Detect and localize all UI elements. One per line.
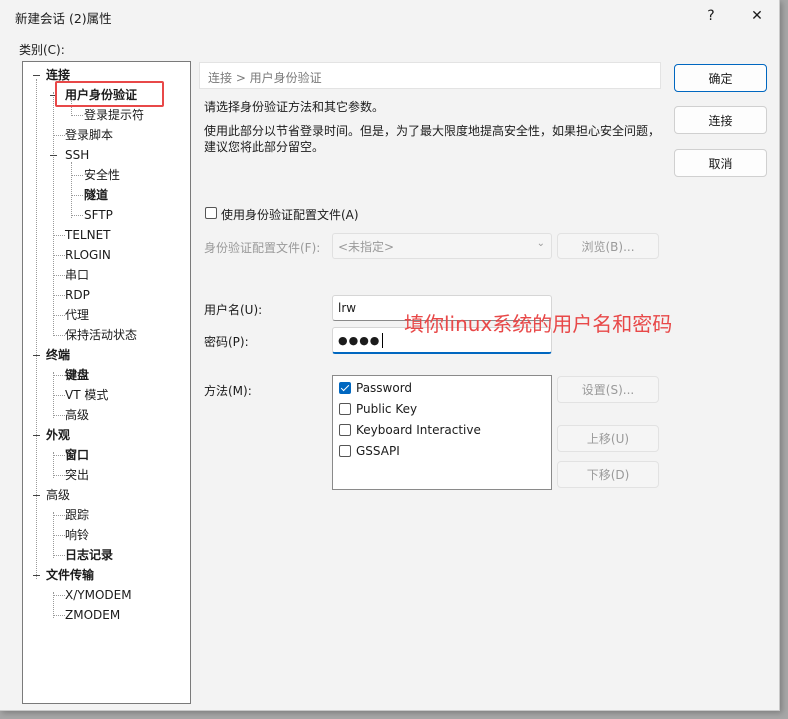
method-public-key-label: Public Key	[356, 402, 418, 416]
ok-button[interactable]: 确定	[674, 64, 767, 92]
selected-item-highlight	[55, 81, 164, 107]
settings-button[interactable]: 设置(S)...	[557, 376, 659, 403]
method-gssapi-label: GSSAPI	[356, 444, 400, 458]
tree-item-terminal-advanced[interactable]: 高级	[65, 407, 89, 423]
tree-item-keyboard[interactable]: 键盘	[65, 367, 89, 383]
public-key-method-checkbox[interactable]	[339, 403, 351, 415]
tree-item-proxy[interactable]: 代理	[65, 307, 89, 323]
help-button[interactable]: ?	[690, 0, 732, 32]
browse-button[interactable]: 浏览(B)...	[557, 233, 659, 259]
collapse-icon[interactable]	[32, 571, 41, 580]
properties-dialog: 新建会话 (2)属性 ? ✕ 类别(C): 连接 用户身份验证 登录提示符 登录…	[0, 0, 780, 711]
collapse-icon[interactable]	[32, 351, 41, 360]
method-password-label: Password	[356, 381, 413, 395]
description-line-1: 请选择身份验证方法和其它参数。	[204, 100, 385, 114]
tree-item-login-script[interactable]: 登录脚本	[65, 127, 113, 143]
text-cursor	[382, 332, 384, 348]
profile-file-label: 身份验证配置文件(F):	[204, 241, 321, 255]
method-list[interactable]: Password Public Key Keyboard Interactive…	[332, 375, 552, 490]
tree-item-security[interactable]: 安全性	[84, 167, 120, 183]
username-label: 用户名(U):	[204, 303, 263, 317]
method-label: 方法(M):	[204, 384, 252, 398]
tree-item-terminal[interactable]: 终端	[46, 347, 70, 363]
profile-file-value: <未指定>	[338, 239, 395, 254]
breadcrumb: 连接 > 用户身份验证	[199, 62, 661, 89]
window-title: 新建会话 (2)属性	[15, 11, 112, 26]
profile-file-select[interactable]: <未指定> ⌄	[332, 233, 552, 259]
use-profile-checkbox[interactable]	[205, 207, 217, 219]
password-method-checkbox[interactable]	[339, 382, 351, 394]
tree-item-rdp[interactable]: RDP	[65, 287, 90, 303]
title-bar: 新建会话 (2)属性 ? ✕	[0, 0, 779, 32]
description-line-3: 建议您将此部分留空。	[204, 140, 325, 154]
password-value: ●●●●	[338, 333, 381, 347]
tree-item-bell[interactable]: 响铃	[65, 527, 89, 543]
category-label: 类别(C):	[19, 43, 65, 57]
tree-item-zmodem[interactable]: ZMODEM	[65, 607, 120, 623]
tree-item-logging[interactable]: 日志记录	[65, 547, 113, 563]
chevron-down-icon: ⌄	[536, 238, 545, 249]
tree-item-appearance[interactable]: 外观	[46, 427, 70, 443]
collapse-icon[interactable]	[49, 151, 58, 160]
tree-item-keepalive[interactable]: 保持活动状态	[65, 327, 137, 343]
collapse-icon[interactable]	[32, 431, 41, 440]
move-up-button[interactable]: 上移(U)	[557, 425, 659, 452]
tree-item-file-transfer[interactable]: 文件传输	[46, 567, 94, 583]
tree-item-vt-mode[interactable]: VT 模式	[65, 387, 108, 403]
collapse-icon[interactable]	[32, 491, 41, 500]
move-down-button[interactable]: 下移(D)	[557, 461, 659, 488]
close-icon: ✕	[751, 8, 763, 24]
cancel-button[interactable]: 取消	[674, 149, 767, 177]
tree-item-xymodem[interactable]: X/YMODEM	[65, 587, 132, 603]
use-profile-label: 使用身份验证配置文件(A)	[221, 208, 359, 222]
help-icon: ?	[707, 8, 715, 24]
tree-item-tunnel[interactable]: 隧道	[84, 187, 108, 203]
collapse-icon[interactable]	[32, 71, 41, 80]
category-tree[interactable]: 连接 用户身份验证 登录提示符 登录脚本 SSH 安全性 隧道 SFTP TEL…	[22, 61, 191, 704]
tree-item-serial[interactable]: 串口	[65, 267, 89, 283]
method-keyboard-interactive-label: Keyboard Interactive	[356, 423, 481, 437]
annotation-note: 填你linux系统的用户名和密码	[404, 312, 673, 336]
tree-item-window[interactable]: 窗口	[65, 447, 89, 463]
connect-button[interactable]: 连接	[674, 106, 767, 134]
tree-item-ssh[interactable]: SSH	[65, 147, 89, 163]
tree-item-advanced[interactable]: 高级	[46, 487, 70, 503]
gssapi-method-checkbox[interactable]	[339, 445, 351, 457]
tree-item-telnet[interactable]: TELNET	[65, 227, 111, 243]
description-line-2: 使用此部分以节省登录时间。但是，为了最大限度地提高安全性，如果担心安全问题，	[204, 124, 661, 138]
tree-item-login-prompt[interactable]: 登录提示符	[84, 107, 144, 123]
username-value: lrw	[338, 301, 357, 315]
password-label: 密码(P):	[204, 335, 249, 349]
tree-item-sftp[interactable]: SFTP	[84, 207, 113, 223]
tree-item-trace[interactable]: 跟踪	[65, 507, 89, 523]
tree-item-highlight[interactable]: 突出	[65, 467, 89, 483]
close-button[interactable]: ✕	[736, 0, 778, 32]
keyboard-interactive-method-checkbox[interactable]	[339, 424, 351, 436]
tree-item-rlogin[interactable]: RLOGIN	[65, 247, 111, 263]
